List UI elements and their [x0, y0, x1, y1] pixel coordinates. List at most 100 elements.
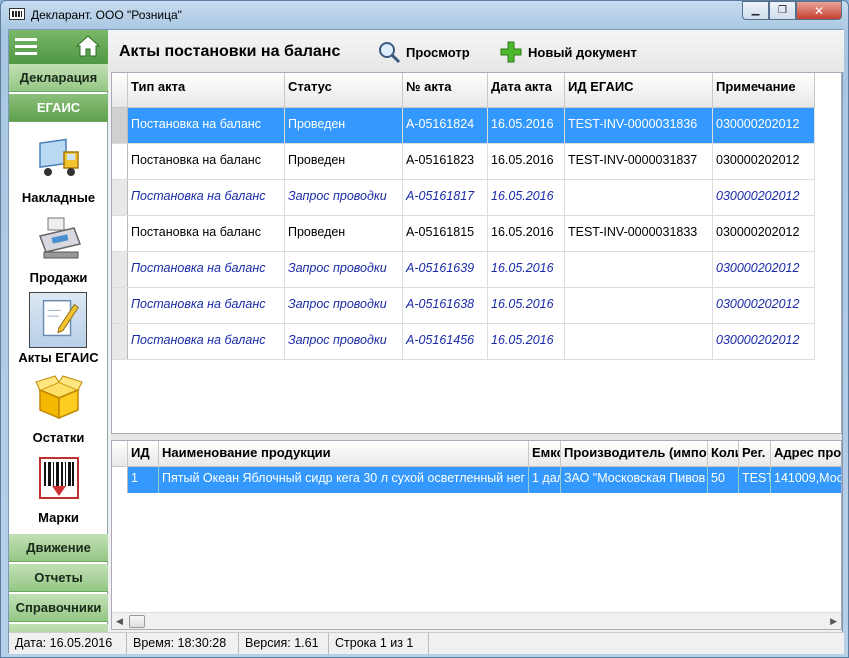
sidebar-item-label: Накладные [21, 190, 96, 205]
sidebar-item-invoices[interactable]: Накладные [9, 132, 108, 212]
sidebar-section-directories[interactable]: Справочники [9, 594, 108, 622]
cell-act-type: Постановка на баланс [128, 144, 285, 179]
table-row[interactable]: 1 Пятый Океан Яблочный сидр кега 30 л су… [112, 467, 841, 493]
cell-act-number: А-05161824 [403, 108, 488, 143]
column-header[interactable]: № акта [403, 73, 488, 107]
close-button[interactable]: ✕ [796, 1, 842, 20]
maximize-button[interactable]: ❐ [769, 1, 796, 20]
new-document-button-label: Новый документ [528, 44, 637, 60]
sidebar-section-egais[interactable]: ЕГАИС [9, 94, 108, 122]
new-document-button[interactable]: Новый документ [499, 40, 637, 64]
cell-note: 030000202012 [713, 144, 815, 179]
cell-address: 141009,Мос [771, 467, 841, 493]
cash-register-icon [38, 217, 82, 259]
sidebar-item-egais-acts[interactable]: Акты ЕГАИС [9, 292, 108, 372]
client-area: Декларация ЕГАИС Накладные Продажи Акты … [8, 29, 844, 654]
minimize-button[interactable]: ▁ [742, 1, 769, 20]
cell-act-number: А-05161456 [403, 324, 488, 359]
table-row[interactable]: Постановка на баланс Запрос проводки А-0… [112, 180, 815, 216]
menu-icon[interactable] [15, 38, 37, 56]
sidebar: Декларация ЕГАИС Накладные Продажи Акты … [9, 30, 108, 654]
column-header[interactable]: Емко [529, 441, 561, 466]
row-indicator [112, 252, 128, 287]
sidebar-section-movement[interactable]: Движение [9, 534, 108, 562]
scroll-left-icon[interactable]: ◀ [116, 616, 123, 627]
cell-product-name: Пятый Океан Яблочный сидр кега 30 л сухо… [159, 467, 529, 493]
cell-egais-id [565, 288, 713, 323]
cell-act-date: 16.05.2016 [488, 108, 565, 143]
column-header[interactable]: Рег. [739, 441, 771, 466]
home-icon[interactable] [75, 33, 101, 59]
status-bar: Дата: 16.05.2016 Время: 18:30:28 Версия:… [9, 632, 844, 654]
window-controls: ▁ ❐ ✕ [742, 1, 842, 20]
table-row[interactable]: Постановка на баланс Запрос проводки А-0… [112, 252, 815, 288]
sidebar-section-declaration[interactable]: Декларация [9, 64, 108, 92]
column-header[interactable]: ИД ЕГАИС [565, 73, 713, 107]
table-row[interactable]: Постановка на баланс Запрос проводки А-0… [112, 324, 815, 360]
sidebar-item-label: Продажи [29, 270, 88, 285]
column-header[interactable]: ИД [128, 441, 159, 466]
cell-egais-id: TEST-INV-0000031837 [565, 144, 713, 179]
cell-egais-id [565, 180, 713, 215]
table-row[interactable]: Постановка на баланс Проведен А-05161824… [112, 108, 815, 144]
row-indicator [112, 288, 128, 323]
cell-act-type: Постановка на баланс [128, 288, 285, 323]
status-row-info: Строка 1 из 1 [329, 633, 429, 654]
view-button[interactable]: Просмотр [377, 40, 470, 64]
cell-status: Проведен [285, 144, 403, 179]
column-header[interactable]: Статус [285, 73, 403, 107]
sidebar-item-sales[interactable]: Продажи [9, 212, 108, 292]
table-row[interactable]: Постановка на баланс Запрос проводки А-0… [112, 288, 815, 324]
cell-volume: 1 дал [529, 467, 561, 493]
products-table-header: ИД Наименование продукции Емко Производи… [112, 441, 841, 467]
column-header[interactable]: Наименование продукции [159, 441, 529, 466]
row-indicator-header [112, 73, 128, 107]
cell-note: 030000202012 [713, 180, 815, 215]
cell-note: 030000202012 [713, 288, 815, 323]
cell-reg: TEST [739, 467, 771, 493]
sidebar-section-reports[interactable]: Отчеты [9, 564, 108, 592]
document-edit-icon [29, 292, 87, 348]
table-row[interactable]: Постановка на баланс Проведен А-05161815… [112, 216, 815, 252]
cell-note: 030000202012 [713, 252, 815, 287]
column-header[interactable]: Тип акта [128, 73, 285, 107]
sidebar-item-label: Остатки [32, 430, 85, 445]
cell-note: 030000202012 [713, 108, 815, 143]
row-indicator [112, 144, 128, 179]
sidebar-item-label: Марки [38, 510, 79, 525]
cell-act-type: Постановка на баланс [128, 180, 285, 215]
cell-status: Проведен [285, 108, 403, 143]
cell-act-type: Постановка на баланс [128, 324, 285, 359]
horizontal-scrollbar[interactable]: ◀ ▶ [112, 612, 841, 629]
cell-act-date: 16.05.2016 [488, 144, 565, 179]
cell-status: Запрос проводки [285, 180, 403, 215]
column-header[interactable]: Примечание [713, 73, 815, 107]
row-indicator [112, 108, 128, 143]
cell-act-date: 16.05.2016 [488, 180, 565, 215]
sidebar-item-marks[interactable]: Марки [9, 452, 108, 532]
column-header[interactable]: Производитель (импо [561, 441, 708, 466]
column-header[interactable]: Коли [708, 441, 739, 466]
row-indicator [112, 467, 128, 493]
column-header[interactable]: Дата акта [488, 73, 565, 107]
cell-act-type: Постановка на баланс [128, 108, 285, 143]
acts-table: Тип акта Статус № акта Дата акта ИД ЕГАИ… [111, 72, 842, 434]
cell-egais-id [565, 324, 713, 359]
title-bar[interactable]: Декларант. ООО "Розница" ▁ ❐ ✕ [1, 1, 848, 29]
cell-act-number: А-05161638 [403, 288, 488, 323]
box-icon [35, 375, 83, 420]
page-title: Акты постановки на баланс [119, 43, 341, 60]
cell-note: 030000202012 [713, 324, 815, 359]
cell-quantity: 50 [708, 467, 739, 493]
column-header[interactable]: Адрес про [771, 441, 841, 466]
scroll-right-icon[interactable]: ▶ [830, 616, 837, 627]
sidebar-item-stock[interactable]: Остатки [9, 372, 108, 452]
cell-act-date: 16.05.2016 [488, 252, 565, 287]
cell-egais-id [565, 252, 713, 287]
cell-id: 1 [128, 467, 159, 493]
cell-manufacturer: ЗАО "Московская Пивов [561, 467, 708, 493]
table-row[interactable]: Постановка на баланс Проведен А-05161823… [112, 144, 815, 180]
row-indicator [112, 180, 128, 215]
scroll-thumb[interactable] [129, 615, 145, 628]
cell-egais-id: TEST-INV-0000031833 [565, 216, 713, 251]
